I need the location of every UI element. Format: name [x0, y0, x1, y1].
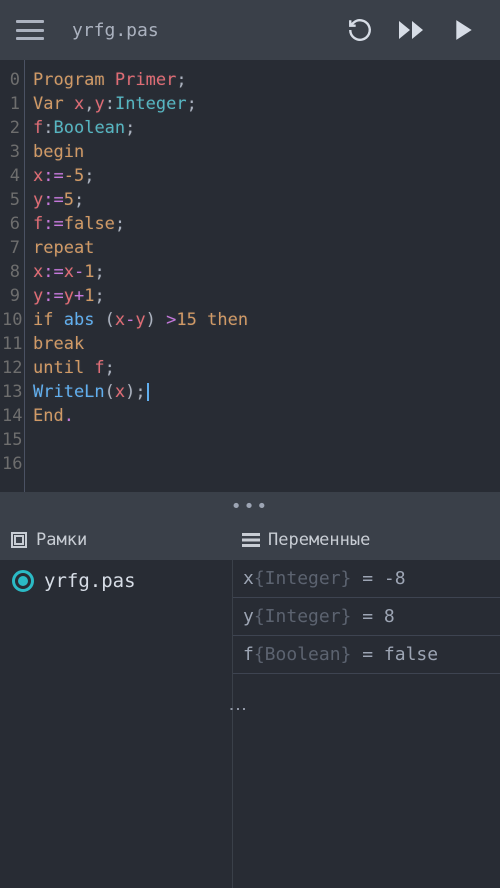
line-number: 15	[2, 428, 20, 452]
frames-header: Рамки	[0, 520, 232, 560]
line-number: 1	[2, 92, 20, 116]
code-line[interactable]: x:=x-1;	[33, 260, 500, 284]
code-line[interactable]	[33, 452, 500, 476]
line-gutter: 012345678910111213141516	[0, 60, 24, 492]
list-icon	[242, 532, 260, 548]
line-number: 16	[2, 452, 20, 476]
code-editor[interactable]: 012345678910111213141516 Program Primer;…	[0, 60, 500, 492]
line-number: 10	[2, 308, 20, 332]
play-button[interactable]	[444, 10, 484, 50]
code-line[interactable]: Program Primer;	[33, 68, 500, 92]
code-line[interactable]: End.	[33, 404, 500, 428]
frames-icon	[10, 531, 28, 549]
variables-panel: Переменные ⋮ x{Integer} = -8y{Integer} =…	[232, 520, 500, 888]
line-number: 0	[2, 68, 20, 92]
panel-drag-handle[interactable]: •••	[0, 492, 500, 520]
restart-button[interactable]	[340, 10, 380, 50]
code-line[interactable]: break	[33, 332, 500, 356]
frame-active-icon	[12, 570, 34, 592]
code-line[interactable]: f:Boolean;	[33, 116, 500, 140]
code-line[interactable]: f:=false;	[33, 212, 500, 236]
line-number: 8	[2, 260, 20, 284]
toolbar: yrfg.pas	[0, 0, 500, 60]
code-line[interactable]: if abs (x-y) >15 then	[33, 308, 500, 332]
code-line[interactable]: until f;	[33, 356, 500, 380]
variables-title: Переменные	[268, 530, 370, 550]
line-number: 9	[2, 284, 20, 308]
debug-panels: Рамки yrfg.pas Переменные ⋮ x{Integer} =…	[0, 520, 500, 888]
code-line[interactable]: y:=y+1;	[33, 284, 500, 308]
code-line[interactable]: begin	[33, 140, 500, 164]
menu-icon[interactable]	[16, 20, 44, 40]
code-line[interactable]: y:=5;	[33, 188, 500, 212]
line-number: 11	[2, 332, 20, 356]
code-line[interactable]: Var x,y:Integer;	[33, 92, 500, 116]
code-line[interactable]: WriteLn(x);	[33, 380, 500, 404]
line-number: 2	[2, 116, 20, 140]
line-number: 14	[2, 404, 20, 428]
frames-panel: Рамки yrfg.pas	[0, 520, 232, 888]
variable-row[interactable]: x{Integer} = -8	[233, 560, 500, 598]
frames-list: yrfg.pas	[0, 560, 232, 888]
line-number: 6	[2, 212, 20, 236]
line-number: 3	[2, 140, 20, 164]
panel-resize-handle[interactable]: ⋮	[227, 700, 248, 720]
variable-row[interactable]: y{Integer} = 8	[233, 598, 500, 636]
variable-row[interactable]: f{Boolean} = false	[233, 636, 500, 674]
line-number: 7	[2, 236, 20, 260]
variables-list: ⋮ x{Integer} = -8y{Integer} = 8f{Boolean…	[232, 560, 500, 888]
line-number: 5	[2, 188, 20, 212]
variables-header: Переменные	[232, 520, 500, 560]
code-line[interactable]: x:=-5;	[33, 164, 500, 188]
code-area[interactable]: Program Primer;Var x,y:Integer;f:Boolean…	[24, 60, 500, 492]
code-line[interactable]	[33, 428, 500, 452]
fast-forward-button[interactable]	[392, 10, 432, 50]
frame-item[interactable]: yrfg.pas	[0, 560, 232, 602]
frames-title: Рамки	[36, 530, 87, 550]
line-number: 4	[2, 164, 20, 188]
line-number: 12	[2, 356, 20, 380]
frame-name: yrfg.pas	[44, 570, 136, 592]
line-number: 13	[2, 380, 20, 404]
file-title: yrfg.pas	[72, 20, 328, 41]
code-line[interactable]: repeat	[33, 236, 500, 260]
